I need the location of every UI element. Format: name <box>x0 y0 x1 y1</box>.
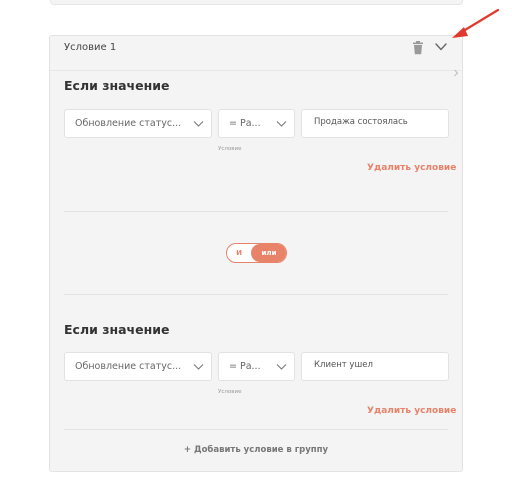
chevron-down-icon <box>276 364 287 370</box>
chevron-down-icon <box>193 121 204 127</box>
and-or-toggle[interactable]: И или <box>226 243 287 263</box>
annotation-arrow-icon <box>452 8 500 38</box>
divider <box>64 294 448 295</box>
operator-select-value: = Ра... <box>229 118 261 129</box>
value-input-text: Клиент ушел <box>314 360 373 370</box>
chevron-right-icon <box>454 69 459 77</box>
divider <box>64 211 448 212</box>
field-select[interactable]: Обновление статус... <box>64 109 212 138</box>
divider <box>64 429 448 430</box>
value-input[interactable]: Продажа состоялась <box>301 109 449 138</box>
condition-header: Условие 1 <box>50 36 462 71</box>
section-title: Если значение <box>64 78 170 93</box>
operator-select-value: = Ра... <box>229 361 261 372</box>
section-title: Если значение <box>64 322 170 337</box>
value-input-text: Продажа состоялась <box>314 117 408 127</box>
operator-hint: Условие <box>218 146 242 152</box>
chevron-down-icon <box>193 364 204 370</box>
toggle-and-option[interactable]: И <box>227 244 251 262</box>
add-condition-button[interactable]: + Добавить условие в группу <box>50 445 462 455</box>
delete-condition-link[interactable]: Удалить условие <box>367 163 456 173</box>
previous-card <box>50 0 463 5</box>
value-input[interactable]: Клиент ушел <box>301 352 449 381</box>
condition-title: Условие 1 <box>64 42 117 53</box>
operator-select[interactable]: = Ра... <box>218 109 295 138</box>
field-select-value: Обновление статус... <box>75 118 182 129</box>
field-select-value: Обновление статус... <box>75 361 182 372</box>
operator-hint: Условие <box>218 389 242 395</box>
chevron-down-icon <box>276 121 287 127</box>
condition-panel: Условие 1 Если значение Обновление стату… <box>49 35 463 472</box>
operator-select[interactable]: = Ра... <box>218 352 295 381</box>
trash-icon[interactable] <box>412 41 424 55</box>
delete-condition-link[interactable]: Удалить условие <box>367 406 456 416</box>
field-select[interactable]: Обновление статус... <box>64 352 212 381</box>
toggle-or-option[interactable]: или <box>251 244 286 262</box>
